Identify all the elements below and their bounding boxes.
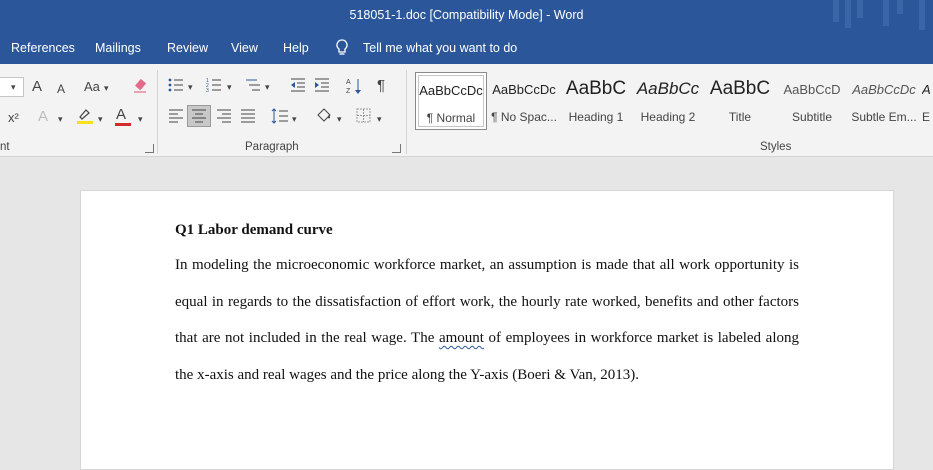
tab-mailings[interactable]: Mailings bbox=[95, 41, 141, 55]
font-color-swatch bbox=[115, 123, 131, 126]
tab-view[interactable]: View bbox=[231, 41, 258, 55]
paragraph-group-label: Paragraph bbox=[245, 141, 299, 153]
style-name: Title bbox=[728, 110, 752, 124]
style-sample: AaBbCc bbox=[636, 79, 700, 98]
clear-formatting-icon[interactable] bbox=[132, 78, 148, 98]
shading-icon[interactable] bbox=[315, 107, 333, 129]
tab-help[interactable]: Help bbox=[283, 41, 309, 55]
align-right-icon[interactable] bbox=[216, 109, 232, 127]
ribbon: ▾ A A Aa ▾ x² A ▾ ▾ A ▾ nt ▾ 123 ▾ ▾ A Z… bbox=[0, 64, 933, 157]
highlight-icon[interactable] bbox=[76, 107, 94, 129]
paragraph-dialog-launcher[interactable] bbox=[392, 144, 401, 153]
font-color-icon[interactable]: A bbox=[115, 106, 131, 126]
align-left-icon[interactable] bbox=[168, 109, 184, 127]
svg-text:Z: Z bbox=[346, 88, 351, 95]
style-sample: AaBbC bbox=[709, 78, 771, 99]
style-sample: AaBbCcDc bbox=[419, 83, 483, 98]
style-heading-2[interactable]: AaBbCc Heading 2 bbox=[632, 72, 704, 130]
sort-icon[interactable]: AZ bbox=[346, 77, 362, 99]
styles-group-label: Styles bbox=[760, 141, 792, 153]
group-separator bbox=[157, 70, 158, 154]
font-size-box[interactable]: ▾ bbox=[0, 77, 24, 97]
title-bar-decoration bbox=[823, 0, 933, 32]
window-title: 518051-1.doc [Compatibility Mode] - Word bbox=[349, 8, 584, 22]
chevron-down-icon: ▾ bbox=[138, 114, 143, 124]
tell-me-search[interactable]: Tell me what you want to do bbox=[363, 41, 517, 55]
document-paragraph: In modeling the microeconomic workforce … bbox=[175, 247, 799, 393]
style-subtitle[interactable]: AaBbCcD Subtitle bbox=[776, 72, 848, 130]
style-name: Subtitle bbox=[791, 110, 833, 124]
superscript-icon[interactable]: x² bbox=[8, 110, 19, 126]
chevron-down-icon: ▾ bbox=[292, 114, 297, 124]
chevron-down-icon: ▾ bbox=[104, 83, 109, 93]
group-separator bbox=[406, 70, 407, 154]
chevron-down-icon: ▾ bbox=[98, 114, 103, 124]
style-name: ¶ No Spac... bbox=[491, 110, 557, 124]
chevron-down-icon: ▾ bbox=[58, 114, 63, 124]
tab-review[interactable]: Review bbox=[167, 41, 208, 55]
chevron-down-icon: ▾ bbox=[227, 82, 232, 92]
line-spacing-icon[interactable] bbox=[271, 108, 289, 128]
document-body[interactable]: Q1 Labor demand curve In modeling the mi… bbox=[175, 215, 799, 393]
font-color-letter: A bbox=[116, 106, 127, 123]
lightbulb-icon bbox=[336, 39, 348, 59]
justify-icon[interactable] bbox=[240, 109, 256, 127]
style-name: Heading 2 bbox=[640, 110, 696, 124]
change-case-icon[interactable]: Aa bbox=[84, 79, 100, 95]
numbering-icon[interactable]: 123 bbox=[206, 78, 222, 96]
font-dialog-launcher[interactable] bbox=[145, 144, 154, 153]
style-name: Subtle Em... bbox=[851, 110, 917, 124]
styles-gallery: AaBbCcDc ¶ Normal AaBbCcDc ¶ No Spac... … bbox=[412, 70, 933, 132]
chevron-down-icon: ▾ bbox=[337, 114, 342, 124]
multilevel-list-icon[interactable] bbox=[245, 78, 261, 96]
chevron-down-icon: ▾ bbox=[265, 82, 270, 92]
style-sample: AaBbCcD bbox=[783, 82, 841, 97]
align-center-button[interactable] bbox=[187, 105, 211, 127]
style-sample: AaBbCcDc bbox=[492, 82, 556, 97]
style-no-spacing[interactable]: AaBbCcDc ¶ No Spac... bbox=[488, 72, 560, 130]
svg-text:A: A bbox=[346, 79, 351, 86]
decrease-indent-icon[interactable] bbox=[290, 78, 306, 96]
style-heading-1[interactable]: AaBbC Heading 1 bbox=[560, 72, 632, 130]
style-normal[interactable]: AaBbCcDc ¶ Normal bbox=[415, 72, 487, 130]
grammar-flagged-word[interactable]: amount bbox=[439, 330, 484, 346]
document-heading: Q1 Labor demand curve bbox=[175, 222, 333, 238]
style-sample: AaBbCcDc bbox=[852, 82, 916, 97]
style-title[interactable]: AaBbC Title bbox=[704, 72, 776, 130]
style-name: E bbox=[922, 110, 931, 124]
shrink-font-icon[interactable]: A bbox=[57, 81, 65, 97]
style-name: Heading 1 bbox=[568, 110, 624, 124]
bullets-icon[interactable] bbox=[168, 78, 184, 96]
ribbon-tabs: References Mailings Review View Help Tel… bbox=[0, 32, 933, 64]
font-group-label: nt bbox=[0, 141, 10, 153]
chevron-down-icon: ▾ bbox=[188, 82, 193, 92]
style-sample: AaBbC bbox=[565, 78, 627, 99]
style-emphasis[interactable]: A E bbox=[920, 72, 933, 130]
text-effects-icon[interactable]: A bbox=[38, 109, 48, 125]
style-subtle-emphasis[interactable]: AaBbCcDc Subtle Em... bbox=[848, 72, 920, 130]
align-center-icon bbox=[191, 109, 207, 127]
grow-font-icon[interactable]: A bbox=[32, 79, 42, 95]
show-formatting-marks-icon[interactable]: ¶ bbox=[377, 78, 385, 94]
tab-references[interactable]: References bbox=[11, 41, 75, 55]
style-sample: A bbox=[922, 82, 931, 97]
borders-icon[interactable] bbox=[356, 108, 371, 127]
chevron-down-icon: ▾ bbox=[377, 114, 382, 124]
title-bar: 518051-1.doc [Compatibility Mode] - Word bbox=[0, 0, 933, 32]
svg-text:3: 3 bbox=[206, 88, 209, 92]
chevron-down-icon: ▾ bbox=[11, 82, 16, 92]
increase-indent-icon[interactable] bbox=[314, 78, 330, 96]
style-name: ¶ Normal bbox=[426, 111, 476, 125]
